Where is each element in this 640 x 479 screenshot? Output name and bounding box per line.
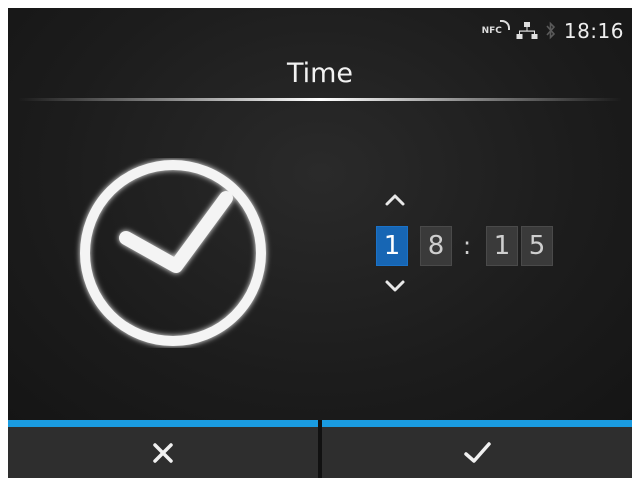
decrement-arrow-icon[interactable] (382, 278, 408, 294)
check-icon (464, 441, 491, 463)
status-time: 18:16 (563, 19, 624, 43)
close-icon (153, 442, 173, 463)
device-screen: NFC 18:16 Time 1 8 : 1 5 (8, 8, 632, 478)
confirm-button[interactable] (322, 420, 632, 478)
title-divider (18, 98, 622, 101)
cancel-button[interactable] (8, 420, 318, 478)
status-bar: NFC 18:16 (482, 18, 624, 44)
time-digit-hour-ones[interactable]: 8 (420, 226, 452, 266)
clock-check-icon (80, 160, 266, 346)
network-icon (516, 22, 538, 39)
nfc-icon: NFC (482, 20, 511, 36)
time-digit-hour-tens[interactable]: 1 (376, 226, 408, 266)
time-separator: : (462, 232, 472, 260)
time-digit-minute-tens[interactable]: 1 (486, 226, 518, 266)
bluetooth-icon (546, 21, 555, 40)
increment-arrow-icon[interactable] (382, 192, 408, 208)
page-title: Time (286, 58, 354, 89)
time-digit-minute-ones[interactable]: 5 (521, 226, 553, 266)
